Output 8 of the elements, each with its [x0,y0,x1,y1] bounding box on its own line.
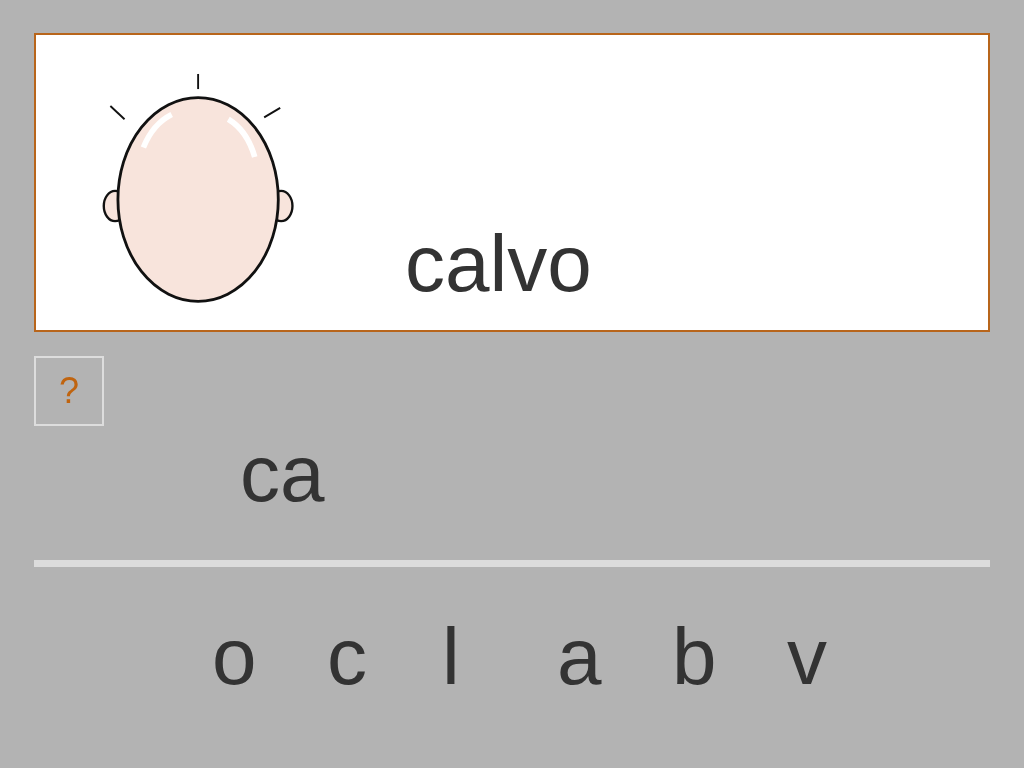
letter-tile[interactable]: l [436,617,551,697]
letter-tile[interactable]: c [321,617,436,697]
letter-tile[interactable]: v [781,617,896,697]
letter-tile[interactable]: o [206,617,321,697]
letter-tile[interactable]: b [666,617,781,697]
letter-tile[interactable]: a [551,617,666,697]
answer-text: ca [240,434,326,516]
word-label: calvo [405,224,592,304]
